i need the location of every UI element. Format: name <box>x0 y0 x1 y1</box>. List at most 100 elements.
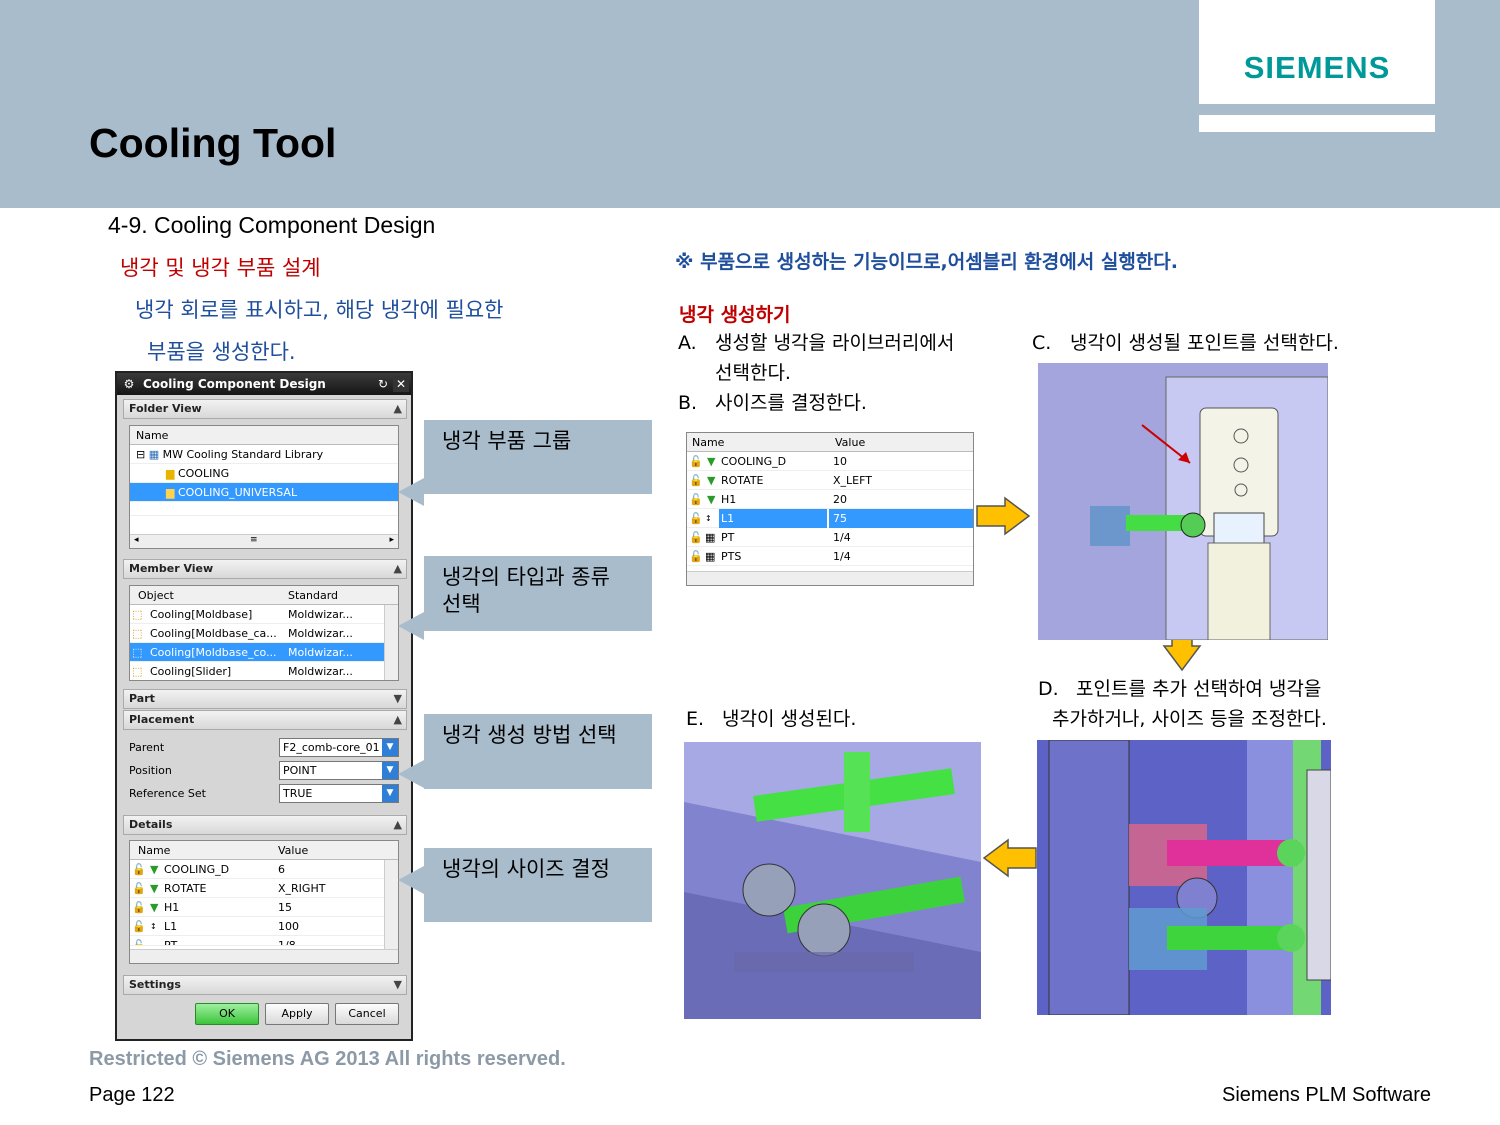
param-name: ROTATE <box>721 474 764 487</box>
arrow-left-icon <box>982 838 1037 878</box>
member-object: Cooling[Moldbase] <box>150 608 253 621</box>
size-row[interactable]: 🔓 ▦ PTS 1/4 <box>687 547 973 566</box>
member-row[interactable]: ⬚ Cooling[Slider] Moldwizar... <box>130 662 398 680</box>
dimension-icon: ↕ <box>705 514 712 523</box>
dropdown-arrow-icon[interactable]: ▼ <box>382 762 398 779</box>
step-c-label: C. <box>1032 332 1052 354</box>
details-header[interactable]: Details ▲ <box>123 815 407 835</box>
details-row[interactable]: 🔓 ▼ ROTATE X_RIGHT <box>130 879 398 898</box>
settings-label: Settings <box>129 978 181 991</box>
close-icon[interactable]: ✕ <box>393 376 409 392</box>
assembly-note: ※ 부품으로 생성하는 기능이므로,어셈블리 환경에서 실행한다. <box>675 251 1178 273</box>
step-b-label: B. <box>678 392 698 414</box>
param-name: COOLING_D <box>164 863 230 876</box>
placement-header[interactable]: Placement ▲ <box>123 710 407 730</box>
h-scrollbar[interactable] <box>130 949 398 963</box>
details-row[interactable]: 🔓 ▼ COOLING_D 6 <box>130 860 398 879</box>
lock-icon: 🔓 <box>132 920 146 933</box>
page-number: Page 122 <box>89 1084 175 1106</box>
viewport-point-selection[interactable] <box>1038 363 1328 640</box>
reset-icon[interactable]: ↻ <box>375 376 391 392</box>
page-title: Cooling Tool <box>89 120 337 166</box>
member-row[interactable]: ⬚ Cooling[Moldbase] Moldwizar... <box>130 605 398 624</box>
folder-view-label: Folder View <box>129 402 202 415</box>
member-object: Cooling[Slider] <box>150 665 232 678</box>
v-scrollbar[interactable] <box>384 860 398 949</box>
details-header-row: Name Value <box>130 841 398 860</box>
param-value: 10 <box>833 455 847 468</box>
details-col-name: Name <box>138 844 171 857</box>
refset-value: TRUE <box>283 787 313 800</box>
param-value: 75 <box>829 509 973 528</box>
triangle-icon: ▼ <box>150 901 159 914</box>
member-view-header[interactable]: Member View ▲ <box>123 559 407 579</box>
component-icon: ⬚ <box>132 627 143 640</box>
param-value: 100 <box>278 920 299 933</box>
step-a-line2: 선택한다. <box>715 362 791 384</box>
library-icon: ▦ <box>148 448 160 461</box>
refset-label: Reference Set <box>129 787 206 800</box>
position-select[interactable]: POINT ▼ <box>279 761 399 780</box>
param-name: PTS <box>721 550 742 563</box>
tree-root[interactable]: ⊟ ▦ MW Cooling Standard Library <box>130 445 398 464</box>
step-b-text: 사이즈를 결정한다. <box>715 392 867 414</box>
member-row[interactable]: ⬚ Cooling[Moldbase_ca... Moldwizar... <box>130 624 398 643</box>
gear-icon[interactable]: ⚙ <box>121 376 137 392</box>
dropdown-arrow-icon[interactable]: ▼ <box>382 785 398 802</box>
details-col-value: Value <box>278 844 309 857</box>
lock-icon: 🔓 <box>689 531 703 544</box>
lock-icon: 🔓 <box>132 863 146 876</box>
size-row[interactable]: 🔓 ▼ ROTATE X_LEFT <box>687 471 973 490</box>
folder-view-header[interactable]: Folder View ▲ <box>123 399 407 419</box>
size-row[interactable]: 🔓 ▦ PT 1/4 <box>687 528 973 547</box>
position-value: POINT <box>283 764 317 777</box>
param-name: PT <box>164 939 178 946</box>
member-object: Cooling[Moldbase_ca... <box>150 627 277 640</box>
h-scrollbar[interactable] <box>687 571 973 585</box>
placement-label: Placement <box>129 713 195 726</box>
step-d-line2: 추가하거나, 사이즈 등을 조정한다. <box>1052 708 1327 730</box>
lock-icon: 🔓 <box>689 512 703 525</box>
chevron-up-icon: ▲ <box>393 562 402 575</box>
param-name: PT <box>721 531 735 544</box>
viewport-adjust-cooling[interactable] <box>1037 740 1331 1015</box>
details-label: Details <box>129 818 173 831</box>
h-scrollbar[interactable]: ◂ ≡ ▸ <box>130 534 398 548</box>
member-row-selected[interactable]: ⬚ Cooling[Moldbase_co... Moldwizar... <box>130 643 384 662</box>
lock-icon: 🔓 <box>689 455 703 468</box>
tree-item-label: COOLING <box>177 467 230 480</box>
siemens-logo: SIEMENS <box>1243 50 1391 85</box>
tree-item-cooling[interactable]: ▆ COOLING <box>130 464 398 483</box>
part-header[interactable]: Part ▼ <box>123 689 407 709</box>
step-a-label: A. <box>678 332 697 354</box>
dropdown-arrow-icon[interactable]: ▼ <box>382 739 398 756</box>
details-row[interactable]: 🔓 PT 1/8 <box>130 936 398 946</box>
scroll-right-icon[interactable]: ▸ <box>389 535 394 545</box>
settings-header[interactable]: Settings ▼ <box>123 975 407 995</box>
parent-select[interactable]: F2_comb-core_01 ▼ <box>279 738 399 757</box>
refset-select[interactable]: TRUE ▼ <box>279 784 399 803</box>
apply-button[interactable]: Apply <box>265 1003 329 1025</box>
callout-size-decision: 냉각의 사이즈 결정 <box>424 848 652 922</box>
size-parameter-table: Name Value 🔓 ▼ COOLING_D 10 🔓 ▼ ROTATE X_LEFT 🔓… <box>686 432 974 586</box>
member-object: Cooling[Moldbase_co... <box>150 646 277 659</box>
scroll-left-icon[interactable]: ◂ <box>134 535 139 545</box>
mold-model-d <box>1037 740 1331 1015</box>
callout-pointer <box>398 760 424 788</box>
member-standard: Moldwizar... <box>288 627 353 640</box>
mold-model-c <box>1038 363 1328 640</box>
folder-col-name: Name <box>130 426 398 445</box>
cancel-button[interactable]: Cancel <box>335 1003 399 1025</box>
tree-item-cooling-universal[interactable]: ▆ COOLING_UNIVERSAL <box>130 483 398 502</box>
viewport-created-cooling[interactable] <box>684 742 981 1019</box>
lock-icon: 🔓 <box>689 493 703 506</box>
scroll-grip-icon: ≡ <box>250 535 258 545</box>
ok-button[interactable]: OK <box>195 1003 259 1025</box>
size-row[interactable]: 🔓 ▼ H1 20 <box>687 490 973 509</box>
v-scrollbar[interactable] <box>384 605 398 680</box>
details-row[interactable]: 🔓 ↕ L1 100 <box>130 917 398 936</box>
callout-text-line2: 선택 <box>442 592 481 616</box>
details-row[interactable]: 🔓 ▼ H1 15 <box>130 898 398 917</box>
size-row-selected[interactable]: 🔓 ↕ L1 75 <box>687 509 973 528</box>
size-row[interactable]: 🔓 ▼ COOLING_D 10 <box>687 452 973 471</box>
